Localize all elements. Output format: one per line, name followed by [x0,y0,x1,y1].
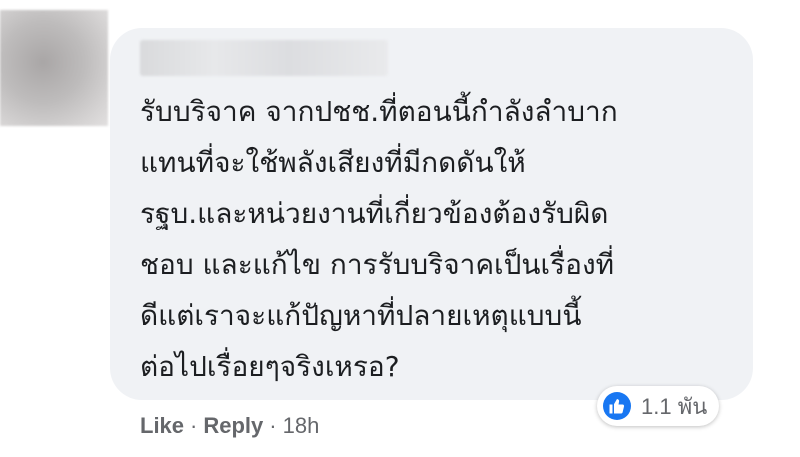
separator-dot: · [269,413,277,438]
separator-dot: · [190,413,198,438]
reaction-count: 1.1 พัน [641,393,708,419]
reaction-summary[interactable]: 1.1 พัน [597,386,720,426]
comment-line: ต่อไปเรื่อยๆจริงเหรอ? [140,350,400,383]
comment-line: รฐบ.และหน่วยงานที่เกี่ยวข้องต้องรับผิด [140,197,609,230]
timestamp[interactable]: 18h [283,413,320,439]
like-button[interactable]: Like [140,413,184,439]
avatar[interactable] [0,10,108,126]
comment-line: แทนที่จะใช้พลังเสียงที่มีกดดันให้ [140,146,526,179]
author-name-redacted[interactable] [140,40,388,76]
comment-line: ดีแต่เราจะแก้ปัญหาที่ปลายเหตุแบบนี้ [140,299,582,332]
comment-text: รับบริจาค จากปชช.ที่ตอนนี้กำลังลำบาก แทน… [140,86,740,392]
comment-actions: Like · Reply · 18h [140,408,319,444]
reply-button[interactable]: Reply [203,413,263,439]
comment-line: รับบริจาค จากปชช.ที่ตอนนี้กำลังลำบาก [140,95,618,128]
thumbs-up-icon [603,392,631,420]
comment-line: ชอบ และแก้ไข การรับบริจาคเป็นเรื่องที่ [140,248,615,281]
